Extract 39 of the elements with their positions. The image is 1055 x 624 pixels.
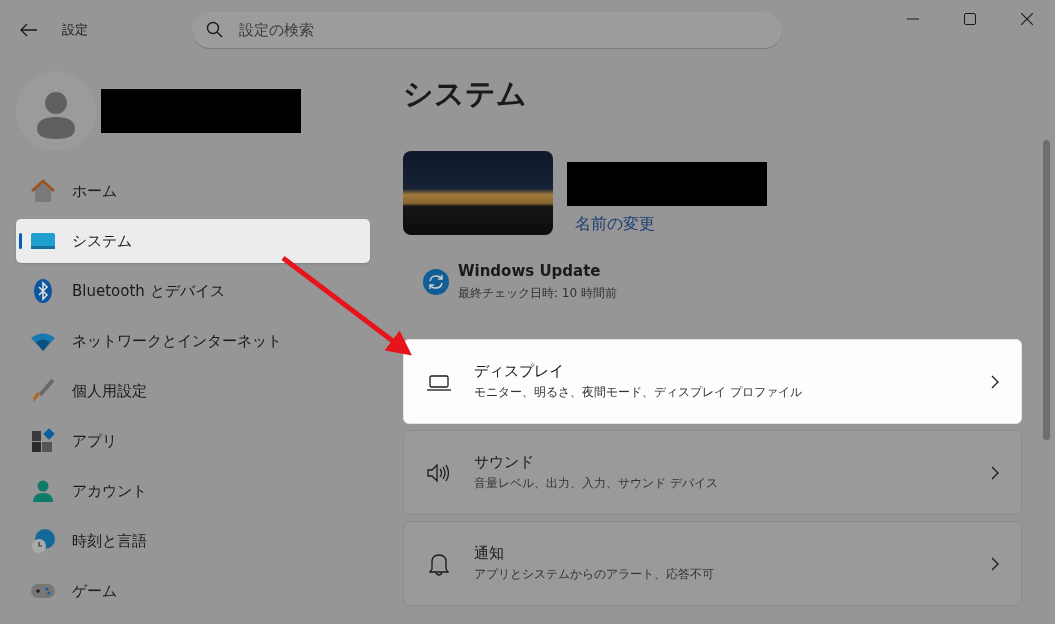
chevron-icon: [991, 465, 999, 480]
rename-link[interactable]: 名前の変更: [575, 214, 767, 235]
update-status: 最終チェック日時: 10 時間前: [458, 285, 617, 302]
card-subtitle: モニター、明るさ、夜間モード、ディスプレイ プロファイル: [474, 384, 803, 401]
settings-card[interactable]: ディスプレイ モニター、明るさ、夜間モード、ディスプレイ プロファイル: [403, 339, 1022, 424]
apps-icon: [30, 428, 56, 454]
window-title: 設定: [62, 21, 89, 39]
update-title: Windows Update: [458, 262, 602, 280]
sidebar-item[interactable]: アプリ: [16, 419, 370, 463]
sidebar-item[interactable]: 個人用設定: [16, 369, 370, 413]
sidebar-item[interactable]: ゲーム: [16, 569, 370, 613]
close-icon: [1020, 13, 1033, 25]
sync-icon: [423, 269, 449, 295]
paintbrush-icon: [30, 378, 56, 404]
card-subtitle: アプリとシステムからのアラート、応答不可: [474, 566, 715, 583]
sidebar-item[interactable]: アカウント: [16, 469, 370, 513]
card-title: ディスプレイ: [474, 362, 565, 381]
settings-card[interactable]: サウンド 音量レベル、出力、入力、サウンド デバイス: [403, 430, 1022, 515]
globe-clock-icon: [30, 528, 56, 554]
sidebar-item[interactable]: ネットワークとインターネット: [16, 319, 370, 363]
settings-card[interactable]: 通知 アプリとシステムからのアラート、応答不可: [403, 521, 1022, 606]
card-subtitle: 音量レベル、出力、入力、サウンド デバイス: [474, 475, 719, 492]
chevron-icon: [991, 556, 999, 571]
chevron-icon: [991, 374, 999, 389]
sidebar-item[interactable]: ホーム: [16, 169, 370, 213]
page-title: システム: [403, 75, 528, 113]
scrollbar[interactable]: [1043, 140, 1050, 440]
search-icon: [206, 21, 223, 38]
maximize-icon: [963, 13, 976, 25]
person-icon: [30, 478, 56, 504]
card-title: サウンド: [474, 453, 535, 472]
search-input[interactable]: 設定の検索: [237, 19, 761, 40]
search-field[interactable]: 設定の検索: [192, 11, 782, 49]
minimize-icon: [906, 18, 919, 20]
house-icon: [30, 178, 56, 204]
sidebar-item[interactable]: 時刻と言語: [16, 519, 370, 563]
card-title: 通知: [474, 544, 505, 563]
sidebar-item[interactable]: システム: [16, 219, 370, 263]
sidebar-item[interactable]: Bluetooth とデバイス: [16, 269, 370, 313]
